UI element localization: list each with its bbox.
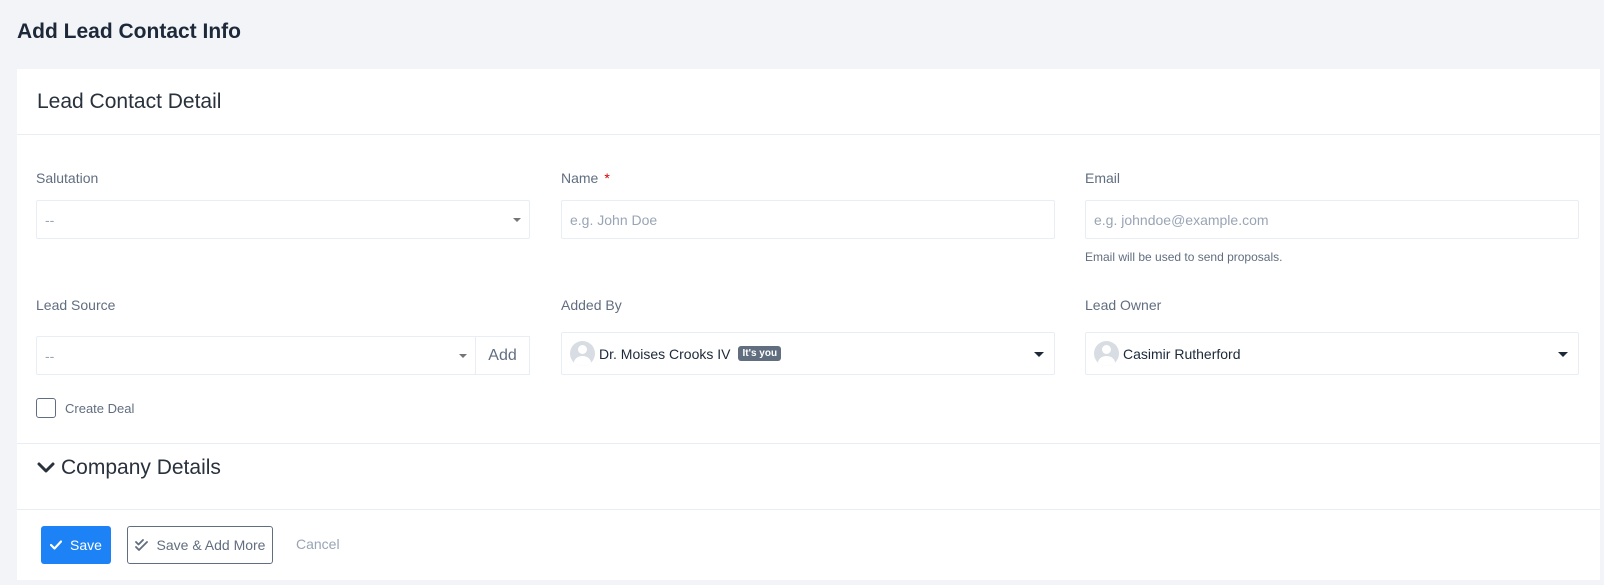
chevron-down-icon [513, 218, 521, 222]
add-lead-source-button[interactable]: Add [475, 336, 530, 375]
email-placeholder: e.g. johndoe@example.com [1094, 211, 1269, 228]
card-title: Lead Contact Detail [37, 89, 222, 113]
create-deal-checkbox[interactable] [36, 398, 56, 418]
name-label: Name * [561, 170, 610, 186]
divider [17, 509, 1600, 510]
required-mark: * [604, 170, 610, 186]
save-label: Save [70, 537, 102, 553]
lead-source-label: Lead Source [36, 297, 116, 313]
chevron-down-icon [459, 354, 467, 358]
lead-contact-form-card: Lead Contact Detail Salutation -- Name * … [17, 69, 1600, 580]
lead-owner-select[interactable]: Casimir Rutherford [1085, 332, 1579, 375]
salutation-select[interactable]: -- [36, 200, 530, 239]
its-you-badge: It's you [738, 346, 782, 361]
salutation-label: Salutation [36, 170, 99, 186]
save-add-more-label: Save & Add More [156, 537, 266, 553]
card-header: Lead Contact Detail [17, 69, 1600, 135]
avatar [570, 341, 595, 366]
name-placeholder: e.g. John Doe [570, 211, 658, 228]
double-check-icon [134, 538, 148, 551]
save-button[interactable]: Save [41, 526, 111, 564]
caret-down-icon [1558, 352, 1568, 357]
email-label: Email [1085, 170, 1121, 186]
chevron-down-icon [37, 462, 55, 473]
salutation-value: -- [45, 211, 55, 228]
check-icon [50, 540, 63, 550]
divider [17, 443, 1600, 444]
create-deal-label: Create Deal [65, 401, 135, 416]
lead-owner-label: Lead Owner [1085, 297, 1162, 313]
lead-owner-value: Casimir Rutherford [1123, 345, 1241, 362]
added-by-select[interactable]: Dr. Moises Crooks IV It's you [561, 332, 1055, 375]
name-label-text: Name [561, 170, 599, 186]
email-help-text: Email will be used to send proposals. [1085, 250, 1283, 264]
email-input[interactable]: e.g. johndoe@example.com [1085, 200, 1579, 239]
save-add-more-button[interactable]: Save & Add More [127, 526, 273, 564]
added-by-label: Added By [561, 297, 622, 313]
caret-down-icon [1034, 352, 1044, 357]
page-title: Add Lead Contact Info [17, 20, 241, 43]
name-input[interactable]: e.g. John Doe [561, 200, 1055, 239]
company-details-title: Company Details [61, 456, 221, 479]
company-details-toggle[interactable]: Company Details [37, 456, 221, 480]
cancel-button[interactable]: Cancel [296, 536, 340, 552]
lead-source-select[interactable]: -- [36, 336, 476, 375]
lead-source-value: -- [45, 347, 55, 364]
avatar [1094, 341, 1119, 366]
added-by-value: Dr. Moises Crooks IV [599, 345, 731, 362]
